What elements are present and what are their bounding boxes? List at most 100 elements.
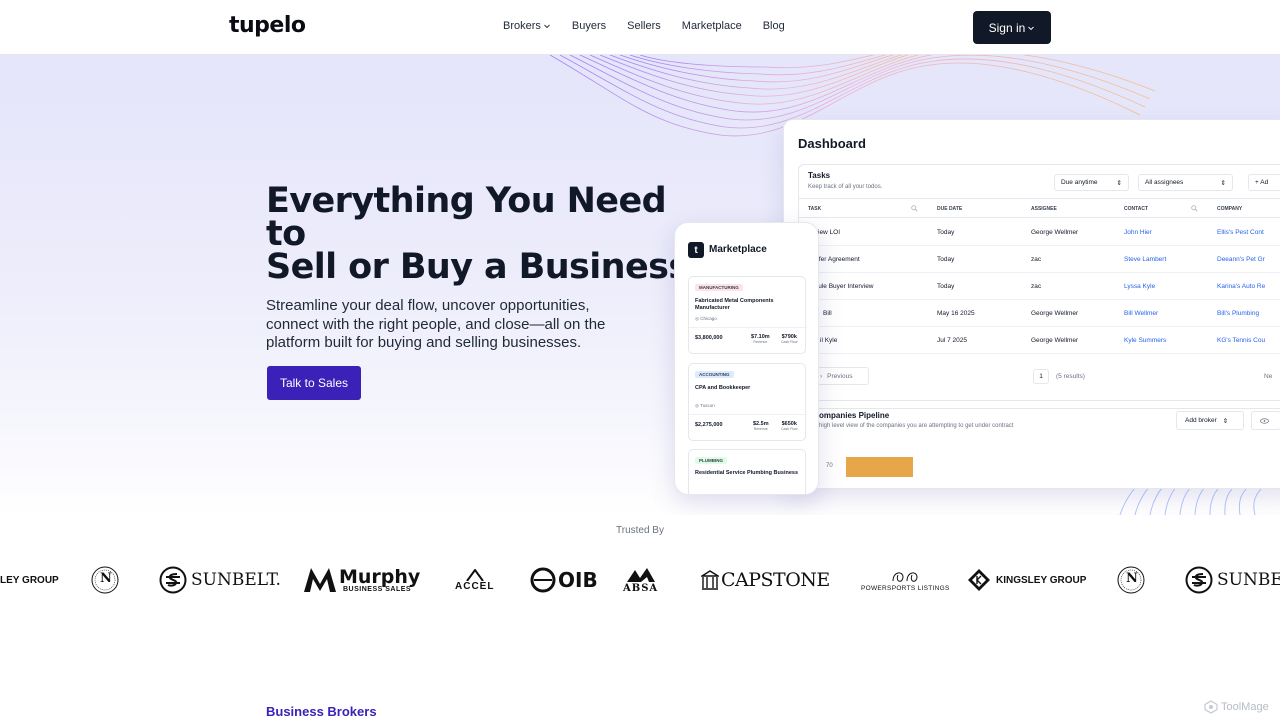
hero-subtitle: Streamline your deal flow, uncover oppor… [266,297,606,351]
due-filter-select[interactable]: Due anytime ⇕ [1054,174,1129,191]
kingsley-group-logo: LEY GROUP [0,574,59,586]
revenue-label: Revenue [753,340,768,344]
sunbelt-emblem-icon [159,566,187,594]
search-icon[interactable] [911,205,918,212]
listing-location: ◎ Chicago [695,316,717,322]
contact-link[interactable]: Bill Wellmer [1124,310,1158,317]
n-badge-letter: N [100,571,112,586]
absa-logo: ABSA [623,560,658,600]
add-task-label: + Ad [1255,179,1269,186]
contact-link[interactable]: Kyle Summers [1124,337,1166,344]
oib-wordmark: OIB [558,568,598,592]
watermark-logo-icon [1204,700,1218,714]
murphy-tagline: BUSINESS SALES [343,586,412,593]
company-link[interactable]: Karina's Auto Re [1217,283,1265,290]
search-icon[interactable] [1191,205,1198,212]
assignee-cell: zac [1031,256,1042,263]
task-cell: il Kyle [820,337,838,344]
capstone-logo: CAPSTONE [701,560,830,600]
listing-title: Residential Service Plumbing Business [695,470,799,476]
tasks-title: Tasks [808,171,831,180]
nav-item-buyers[interactable]: Buyers [572,20,606,32]
listing-title: Fabricated Metal Components Manufacturer [695,298,774,311]
kingsley-diamond-icon [968,569,990,591]
next-button[interactable]: Ne [1264,373,1272,380]
nav-item-marketplace[interactable]: Marketplace [682,20,742,32]
column-header: ASSIGNEE [1031,206,1057,212]
results-count: (5 results) [1056,373,1085,380]
powersports-logo: POWERSPORTS LISTINGS [861,560,950,600]
sunbelt-logo: SUNBELT. [159,560,281,600]
category-tag: PLUMBING [695,457,727,464]
column-header: TASK [808,206,822,212]
updown-icon: ⇕ [1222,417,1229,425]
n-badge-letter: N [1126,571,1138,586]
listing-card[interactable]: ACCOUNTING CPA and Bookkeeper ◎ Tuscon $… [688,363,807,441]
table-row[interactable]: il Kyle Jul 7 2025 George Wellmer Kyle S… [799,327,1280,354]
table-row[interactable]: edule Buyer Interview Today zac Lyssa Ky… [799,273,1280,300]
table-row[interactable]: nsfer Agreement Today zac Steve Lambert … [799,246,1280,273]
oib-logo: OIB [530,560,598,600]
company-link[interactable]: Deeann's Pet Gr [1217,256,1265,263]
sunbelt-logo: SUNBEL [1185,560,1280,600]
listing-title: CPA and Bookkeeper [695,385,751,391]
nav-item-sellers[interactable]: Sellers [627,20,661,32]
sign-in-label: Sign in [988,20,1026,35]
logo[interactable]: tupelo [229,13,306,38]
updown-icon: ⇕ [1116,179,1122,187]
listing-cashflow: $790k Cash Flow [781,334,798,344]
contact-link[interactable]: John Hier [1124,229,1152,236]
assignee-filter-select[interactable]: All assignees ⇕ [1138,174,1233,191]
company-link[interactable]: Bill's Plumbing [1217,310,1259,317]
tasks-panel: Tasks Keep track of all your todos. Due … [798,164,1280,409]
add-task-button[interactable]: + Ad [1248,174,1280,191]
oib-globe-icon [530,567,556,593]
accel-mark-icon [465,568,484,581]
add-broker-select[interactable]: Add broker ⇕ [1176,411,1244,430]
task-cell: edule Buyer Interview [811,283,874,290]
due-cell: May 16 2025 [937,310,975,317]
nav-item-blog[interactable]: Blog [763,20,785,32]
axis-tick: 70 [826,463,833,469]
hero-title-line: Sell or Buy a Business [266,247,689,287]
previous-button[interactable]: › Previous [811,367,869,385]
logo-carousel: LEY GROUP N SUNBELT. Murphy BUSINESS SAL… [0,560,1280,600]
chevron-left-icon: › [820,372,823,380]
company-link[interactable]: Ellis's Pest Cont [1217,229,1264,236]
sunbelt-wordmark: SUNBEL [1217,570,1280,590]
dashboard-title: Dashboard [798,136,866,151]
add-broker-label: Add broker [1185,417,1217,424]
table-row[interactable]: iew LOI Today George Wellmer John Hier E… [799,219,1280,246]
absa-wordmark: ABSA [623,582,659,594]
view-toggle-button[interactable] [1251,411,1280,430]
sunbelt-wordmark: SUNBELT. [191,570,281,590]
talk-to-sales-button[interactable]: Talk to Sales [267,366,361,400]
marketplace-title: Marketplace [709,244,767,255]
sign-in-button[interactable]: Sign in [973,11,1051,44]
pipeline-panel: ompanies Pipeline high level view of the… [798,400,1280,488]
absa-mark-icon [626,567,655,582]
contact-link[interactable]: Lyssa Kyle [1124,283,1155,290]
task-cell: iew LOI [818,229,841,236]
contact-link[interactable]: Steve Lambert [1124,256,1166,263]
select-value: All assignees [1145,179,1184,186]
listing-revenue: $2.5m Revenue [753,421,769,431]
accel-logo: ACCEL [455,560,494,600]
updown-icon: ⇕ [1220,179,1226,187]
location-pin-icon: ◎ [695,316,699,321]
listing-card[interactable]: PLUMBING Residential Service Plumbing Bu… [688,449,806,494]
page-number[interactable]: 1 [1033,369,1049,384]
n-badge-logo: N [1117,560,1145,600]
nav-item-brokers[interactable]: Brokers [503,20,551,32]
listing-card[interactable]: MANUFACTURING Fabricated Metal Component… [688,276,807,354]
section-heading: Business Brokers [266,704,377,719]
table-row[interactable]: Bill May 16 2025 George Wellmer Bill Wel… [799,300,1280,327]
chevron-down-icon [1028,26,1035,30]
watermark-text: ToolMage [1221,701,1269,713]
company-link[interactable]: KG's Tennis Cou [1217,337,1265,344]
accel-wordmark: ACCEL [455,580,495,592]
location-text: Chicago [700,316,717,321]
location-text: Tuscon [700,403,715,408]
task-cell: nsfer Agreement [812,256,860,263]
category-tag: MANUFACTURING [695,284,743,291]
